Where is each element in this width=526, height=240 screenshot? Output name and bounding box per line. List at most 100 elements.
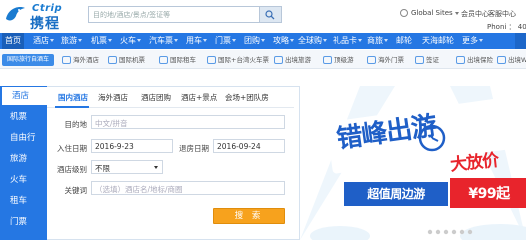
nav-item-label: 全球购 (298, 36, 322, 45)
keyword-input[interactable]: （选填）酒店名/地标/商圈 (91, 181, 285, 195)
nav-item-label: 商旅 (367, 36, 383, 45)
nav-item-15[interactable]: 更多 (459, 33, 486, 49)
intl-travel-badge[interactable]: 国际旅行自酒车 (2, 54, 54, 66)
sidebar-item-2[interactable]: 自由行 (0, 129, 47, 147)
booking-tab-1[interactable]: 海外酒店 (98, 92, 128, 103)
global-sites-link[interactable]: Global Sites (411, 9, 459, 17)
chevron-down-icon (323, 39, 327, 42)
keyword-label: 关键词 (64, 186, 88, 195)
nav-item-label: 汽车票 (149, 36, 173, 45)
hotel-level-value: 不限 (95, 164, 110, 173)
banner-offer: 超值周边游 (344, 182, 448, 206)
chevron-down-icon (261, 39, 265, 42)
nav-item-2[interactable]: 旅游 (58, 33, 85, 49)
chevron-down-icon (137, 39, 141, 42)
nav-item-9[interactable]: 攻略 (270, 33, 297, 49)
subnav-item-5[interactable]: 顶级游 (323, 54, 354, 66)
chevron-down-icon (384, 39, 388, 42)
sidebar-item-4[interactable]: 火车 (0, 171, 47, 189)
destination-input[interactable]: 中文/拼音 (91, 115, 285, 129)
hotel-booking-panel: 国内酒店 海外酒店 酒店团购 酒店+景点 会场+团队房 目的地 中文/拼音 入住日期 2… (47, 86, 300, 240)
vip-link[interactable]: 会员中心 (461, 9, 489, 19)
nav-item-0[interactable]: 首页 (2, 33, 24, 49)
checkin-date-input[interactable]: 2016-9-23 (91, 139, 173, 153)
product-icon (367, 56, 376, 64)
search-icon (265, 10, 275, 20)
phone-number: Phoni ： 40( (487, 23, 526, 31)
subnav-item-label: 海外酒店 (73, 56, 99, 64)
header: Ctrip 携程 目的地/酒店/景点/签证等 Global Sites 会员中心… (0, 0, 526, 32)
subnav-item-1[interactable]: 国际机票 (108, 54, 145, 66)
product-icon (497, 56, 506, 64)
checkin-label: 入住日期 (57, 144, 87, 153)
banner-offer-text: 超值周边游 (367, 187, 425, 201)
subnav-item-label: 国际租车 (170, 56, 196, 64)
product-icon (415, 56, 424, 64)
nav-item-4[interactable]: 火车 (117, 33, 144, 49)
product-icon (456, 56, 465, 64)
subnav-item-6[interactable]: 海外门票 (367, 54, 404, 66)
main-nav: 首页 酒店 旅游 机票 火车 汽车票 用车 门票 团购 攻略 全球购 礼品卡 商旅 邮轮 天海邮轮 更多 (0, 33, 526, 49)
globe-icon (400, 9, 408, 17)
nav-item-7[interactable]: 门票 (212, 33, 239, 49)
promo-banner[interactable]: 错峰出游 大放价 超值周边游 ¥99起 (300, 86, 526, 240)
chevron-down-icon (290, 39, 294, 42)
logo-text-cn: 携程 (30, 16, 60, 32)
nav-item-14[interactable]: 天海邮轮 (419, 33, 457, 49)
nav-item-11[interactable]: 礼品卡 (330, 33, 365, 49)
hotel-level-select[interactable]: 不限 (91, 160, 163, 174)
search-input[interactable]: 目的地/酒店/景点/签证等 (88, 6, 260, 23)
subnav-item-4[interactable]: 出境旅游 (274, 54, 311, 66)
sidebar-item-5[interactable]: 租车 (0, 192, 47, 210)
subnav-item-label: 出境旅游 (285, 56, 311, 64)
active-tab-indicator (55, 106, 89, 108)
nav-item-13[interactable]: 邮轮 (393, 33, 415, 49)
nav-item-3[interactable]: 机票 (88, 33, 115, 49)
sidebar-item-6[interactable]: 门票 (0, 213, 47, 231)
dolphin-logo-icon (6, 7, 25, 21)
booking-tab-3[interactable]: 酒店+景点 (181, 92, 217, 103)
nav-more-grid-icon[interactable] (515, 33, 526, 49)
nav-item-label: 门票 (215, 36, 231, 45)
nav-item-5[interactable]: 汽车票 (146, 33, 181, 49)
subnav-item-0[interactable]: 海外酒店 (62, 54, 99, 66)
sidebar-item-1[interactable]: 机票 (0, 108, 47, 126)
subnav-item-label: 顶级游 (334, 56, 354, 64)
subnav-item-3[interactable]: 国际+台湾火车票 (207, 54, 269, 66)
chevron-down-icon (78, 39, 82, 42)
search-submit-button[interactable]: 搜 索 (213, 208, 285, 224)
nav-item-12[interactable]: 商旅 (364, 33, 391, 49)
nav-item-1[interactable]: 酒店 (30, 33, 57, 49)
subnav-item-2[interactable]: 国际租车 (159, 54, 196, 66)
subnav-item-label: 国际机票 (119, 56, 145, 64)
chevron-down-icon (232, 39, 236, 42)
subnav-item-label: 出境保险 (467, 56, 493, 64)
nav-item-8[interactable]: 团购 (241, 33, 268, 49)
subnav-item-label: 出境WiFi (508, 56, 526, 64)
nav-item-label: 火车 (120, 36, 136, 45)
sidebar-item-3[interactable]: 旅游 (0, 150, 47, 168)
ctrip-logo[interactable]: Ctrip 携程 (4, 3, 90, 32)
product-icon (108, 56, 117, 64)
subnav-item-label: 海外门票 (378, 56, 404, 64)
subnav-item-7[interactable]: 签证 (415, 54, 439, 66)
chevron-down-icon (479, 39, 483, 42)
checkout-date-input[interactable]: 2016-09-24 (213, 139, 285, 153)
chevron-down-icon (108, 39, 112, 42)
subnav-item-8[interactable]: 出境保险 (456, 54, 493, 66)
nav-item-10[interactable]: 全球购 (295, 33, 330, 49)
chevron-down-icon (154, 166, 158, 169)
search-button[interactable] (260, 6, 282, 23)
booking-tab-4[interactable]: 会场+团队房 (225, 92, 269, 103)
nav-item-label: 团购 (244, 36, 260, 45)
checkout-label: 退房日期 (179, 144, 209, 153)
service-link[interactable]: 客服中心 (488, 9, 516, 19)
nav-item-label: 邮轮 (396, 36, 412, 45)
intl-subnav: 国际旅行自酒车 海外酒店 国际机票 国际租车 国际+台湾火车票 出境旅游 顶级游 海外门票 签… (0, 50, 526, 69)
booking-tab-0[interactable]: 国内酒店 (58, 92, 88, 103)
product-sidebar: 酒店机票自由行旅游火车租车门票 (0, 86, 47, 240)
sidebar-item-0[interactable]: 酒店 (0, 87, 47, 105)
booking-tab-2[interactable]: 酒店团购 (141, 92, 171, 103)
nav-item-6[interactable]: 用车 (183, 33, 210, 49)
subnav-item-9[interactable]: 出境WiFi (497, 54, 526, 66)
